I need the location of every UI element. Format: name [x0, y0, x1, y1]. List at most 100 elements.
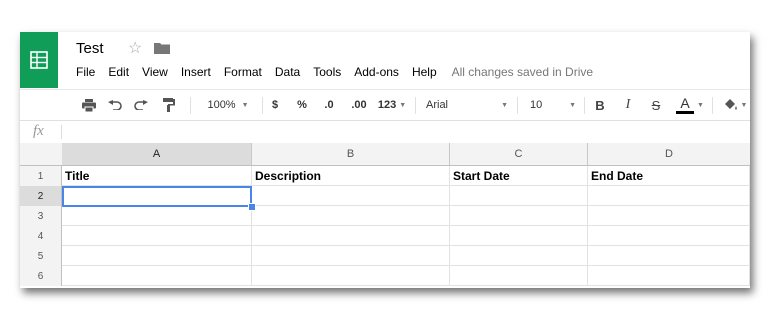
formula-bar: fx: [20, 120, 750, 144]
bold-button[interactable]: B: [593, 90, 607, 120]
row-header-2[interactable]: 2: [20, 186, 62, 206]
more-formats-label: 123: [377, 99, 397, 111]
chevron-down-icon: ▼: [501, 101, 508, 109]
cell-d6[interactable]: [588, 266, 750, 286]
column-header-d[interactable]: D: [588, 143, 750, 165]
menu-data[interactable]: Data: [275, 65, 300, 79]
menu-bar: File Edit View Insert Format Data Tools …: [76, 65, 606, 79]
sheet-grid: A B C D 1 Title Description Start Date E…: [20, 143, 750, 288]
save-status: All changes saved in Drive: [451, 65, 594, 79]
cell-b2[interactable]: [252, 186, 450, 206]
table-row: 5: [20, 246, 750, 266]
menu-add-ons[interactable]: Add-ons: [354, 65, 399, 79]
menu-tools[interactable]: Tools: [313, 65, 341, 79]
cell-c4[interactable]: [450, 226, 588, 246]
cell-d2[interactable]: [588, 186, 750, 206]
toolbar-divider: [190, 97, 191, 114]
percent-button[interactable]: %: [295, 90, 309, 120]
cell-a6[interactable]: [62, 266, 252, 286]
font-value: Arial: [426, 99, 449, 111]
text-color-bar: [676, 111, 695, 114]
increase-decimal-label: .00: [351, 99, 367, 111]
sheets-logo-icon[interactable]: [20, 32, 58, 88]
column-header-a[interactable]: A: [62, 143, 252, 165]
paint-format-icon[interactable]: [160, 90, 178, 120]
toolbar-divider: [415, 97, 416, 114]
formula-bar-divider: [61, 125, 62, 139]
decrease-decimal-button[interactable]: .0: [320, 90, 338, 120]
menu-view[interactable]: View: [142, 65, 168, 79]
text-color-letter: A: [680, 95, 690, 111]
row-header-4[interactable]: 4: [20, 226, 62, 246]
table-row: 3: [20, 206, 750, 226]
menu-edit[interactable]: Edit: [108, 65, 129, 79]
cell-d4[interactable]: [588, 226, 750, 246]
text-color-swatch: A: [676, 95, 695, 114]
cell-b3[interactable]: [252, 206, 450, 226]
zoom-select[interactable]: 100% ▼: [198, 90, 258, 120]
font-select[interactable]: Arial ▼: [426, 90, 508, 120]
table-row: 4: [20, 226, 750, 246]
cell-c1[interactable]: Start Date: [450, 166, 588, 186]
fill-color-button[interactable]: ▼: [720, 90, 750, 120]
cell-d1[interactable]: End Date: [588, 166, 750, 186]
column-header-b[interactable]: B: [252, 143, 450, 165]
chevron-down-icon: ▼: [241, 101, 249, 109]
paint-bucket-icon: [724, 99, 737, 110]
table-row: 6: [20, 266, 750, 286]
cell-a1[interactable]: Title: [62, 166, 252, 186]
italic-button[interactable]: I: [621, 90, 635, 120]
toolbar-divider: [517, 97, 518, 114]
cell-d3[interactable]: [588, 206, 750, 226]
font-size-select[interactable]: 10 ▼: [530, 90, 576, 120]
strikethrough-button[interactable]: S: [649, 90, 663, 120]
toolbar-divider: [262, 97, 263, 114]
cell-b6[interactable]: [252, 266, 450, 286]
row-header-3[interactable]: 3: [20, 206, 62, 226]
row-header-6[interactable]: 6: [20, 266, 62, 286]
select-all-corner[interactable]: [20, 143, 63, 165]
cell-a5[interactable]: [62, 246, 252, 266]
column-header-c[interactable]: C: [450, 143, 588, 165]
increase-decimal-button[interactable]: .00: [348, 90, 370, 120]
menu-insert[interactable]: Insert: [181, 65, 211, 79]
redo-icon[interactable]: [132, 90, 150, 120]
toolbar: 100% ▼ $ % .0 .00 123 ▼ Arial ▼ 10 ▼ B I S A…: [20, 89, 750, 120]
toolbar-divider: [712, 97, 713, 114]
menu-help[interactable]: Help: [412, 65, 437, 79]
cell-c5[interactable]: [450, 246, 588, 266]
column-header-row: A B C D: [20, 143, 750, 166]
currency-button[interactable]: $: [268, 90, 282, 120]
selected-cell-outline: [62, 186, 252, 207]
folder-icon[interactable]: [154, 42, 170, 54]
cell-a4[interactable]: [62, 226, 252, 246]
cell-c6[interactable]: [450, 266, 588, 286]
cell-a3[interactable]: [62, 206, 252, 226]
print-icon[interactable]: [80, 90, 98, 120]
cell-b5[interactable]: [252, 246, 450, 266]
row-header-1[interactable]: 1: [20, 166, 62, 186]
fill-handle[interactable]: [248, 203, 256, 211]
font-size-value: 10: [530, 99, 543, 111]
chevron-down-icon: ▼: [697, 101, 704, 109]
chevron-down-icon: ▼: [569, 101, 576, 109]
cell-c2[interactable]: [450, 186, 588, 206]
undo-icon[interactable]: [106, 90, 124, 120]
cell-b1[interactable]: Description: [252, 166, 450, 186]
table-row: 1 Title Description Start Date End Date: [20, 166, 750, 186]
row-header-5[interactable]: 5: [20, 246, 62, 266]
menu-file[interactable]: File: [76, 65, 95, 79]
menu-format[interactable]: Format: [224, 65, 262, 79]
cell-b4[interactable]: [252, 226, 450, 246]
text-color-button[interactable]: A ▼: [674, 90, 706, 120]
spreadsheet-window: Test ☆ File Edit View Insert Format Data…: [20, 32, 750, 288]
toolbar-divider: [584, 97, 585, 114]
cell-c3[interactable]: [450, 206, 588, 226]
fx-icon: fx: [33, 123, 44, 139]
decrease-decimal-label: .0: [324, 99, 334, 111]
more-formats-select[interactable]: 123 ▼: [376, 90, 408, 120]
cell-d5[interactable]: [588, 246, 750, 266]
star-icon[interactable]: ☆: [128, 38, 142, 58]
document-title[interactable]: Test: [76, 40, 104, 57]
chevron-down-icon: ▼: [399, 101, 407, 109]
